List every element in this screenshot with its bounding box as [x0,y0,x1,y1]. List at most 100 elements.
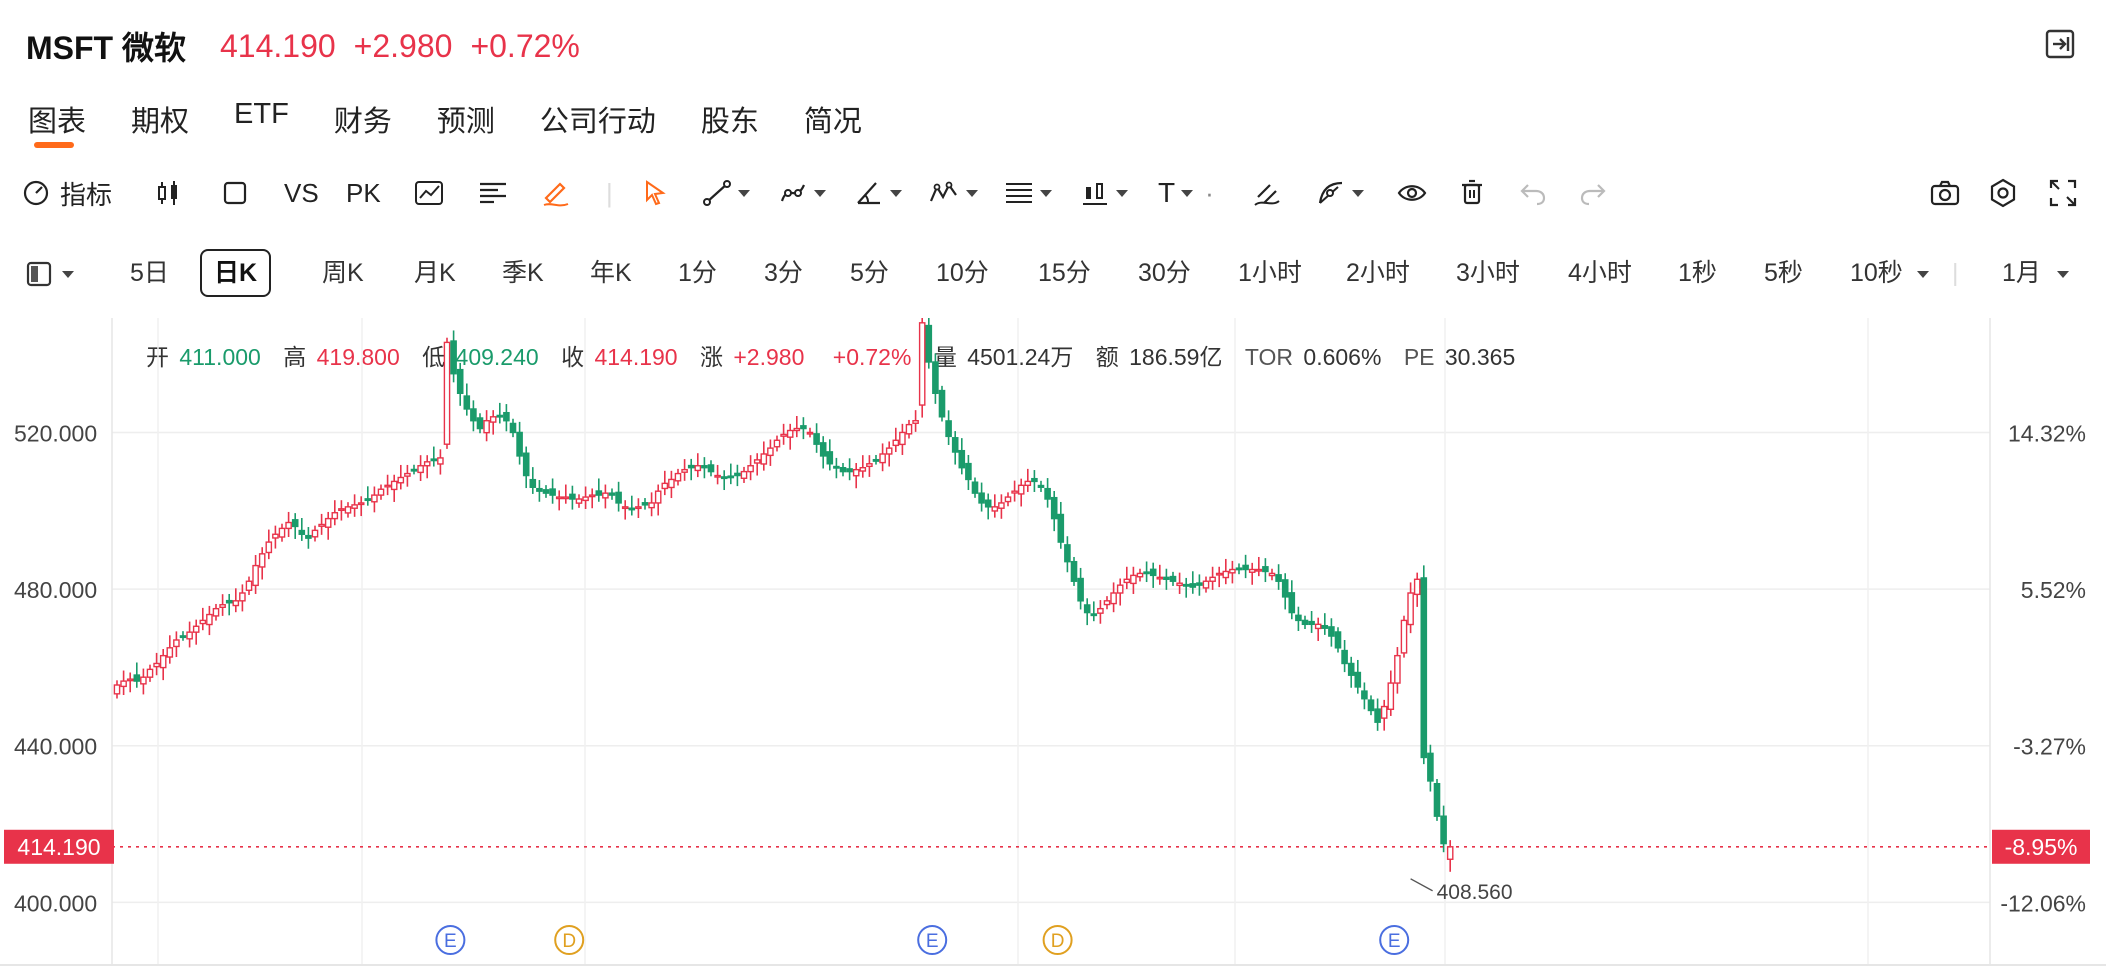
period-2[interactable]: 周K [322,248,364,298]
redo-icon[interactable] [1578,170,1608,216]
period-11[interactable]: 30分 [1138,248,1191,298]
square-icon[interactable] [222,170,248,216]
magnet-icon[interactable] [1252,170,1282,216]
line-chart-icon[interactable] [414,170,444,216]
candlestick-icon[interactable] [154,170,182,216]
candle-body [1262,566,1269,573]
draw-icon[interactable] [1316,170,1364,216]
candle-body [285,521,292,530]
range-selector[interactable]: 1月 [2002,248,2069,298]
undo-icon[interactable] [1518,170,1548,216]
period-13[interactable]: 2小时 [1346,248,1410,298]
candle-body [555,496,563,500]
candle-body [338,508,345,512]
candle-body [1097,607,1104,614]
candle-body [839,466,847,473]
curve-icon[interactable] [778,170,826,216]
candle-body [1011,490,1018,494]
candle-body [727,475,735,479]
y-tick-label: 480.000 [14,577,97,603]
fullscreen-icon[interactable] [2048,170,2078,216]
candle-body [819,442,827,457]
pk-button[interactable]: PK [346,170,381,216]
candle-body [344,506,352,514]
settings-icon[interactable] [1988,170,2018,216]
candle-body [767,447,774,457]
candle-body [252,564,259,587]
text-tool-label: T [1158,177,1176,208]
eye-icon[interactable] [1396,170,1428,216]
period-1[interactable]: 日K [200,249,272,297]
period-17[interactable]: 5秒 [1764,248,1803,298]
period-18[interactable]: 10秒 [1850,248,1929,298]
period-9[interactable]: 10分 [936,248,989,298]
candle-body [159,654,167,669]
candle-body [595,490,603,496]
wave-icon[interactable] [928,170,978,216]
candle-body [390,480,398,491]
candle-body [1420,577,1428,759]
candle-body [463,395,471,410]
candle-body [1090,613,1098,617]
period-10[interactable]: 15分 [1038,248,1091,298]
trash-icon[interactable] [1458,170,1486,216]
text-icon[interactable]: T · [1158,170,1214,216]
pattern-icon[interactable] [1080,170,1128,216]
candle-body [542,489,550,494]
toolbar-divider: | [606,177,613,208]
candle-body [1440,815,1447,845]
tab-7[interactable]: 简况 [804,98,862,140]
candle-body [800,425,807,430]
period-7[interactable]: 3分 [764,248,803,298]
candle-body [186,631,193,640]
candle-body [1314,623,1322,630]
candle-body [747,465,754,473]
candle-body [1288,592,1296,614]
candle-body [1176,582,1183,587]
period-5[interactable]: 年K [590,248,632,298]
camera-icon[interactable] [1930,170,1960,216]
candle-body [1156,576,1164,580]
vs-button[interactable]: VS [284,170,319,216]
candle-body [1123,578,1131,584]
tab-1[interactable]: 期权 [131,98,189,140]
indicator-button[interactable]: 指标 [22,170,112,216]
candle-body [846,468,853,473]
period-16[interactable]: 1秒 [1678,248,1717,298]
period-12[interactable]: 1小时 [1238,248,1302,298]
exit-icon[interactable] [2044,28,2076,60]
fib-icon[interactable] [1004,170,1052,216]
candle-body [1070,560,1078,582]
period-3[interactable]: 月K [414,248,456,298]
tab-2[interactable]: ETF [234,98,289,140]
candle-body [892,439,900,447]
tab-0[interactable]: 图表 [28,98,86,148]
candle-body [1407,592,1414,626]
candle-body [245,580,253,591]
candle-body [602,492,609,499]
candle-body [984,499,992,508]
period-6[interactable]: 1分 [678,248,717,298]
align-icon[interactable] [478,170,508,216]
period-14[interactable]: 3小时 [1456,248,1520,298]
tab-5[interactable]: 公司行动 [540,98,656,140]
angle-icon[interactable] [854,170,902,216]
pen-icon[interactable] [540,170,572,216]
candlestick-chart[interactable]: 560.000520.000480.000440.000400.00023.11… [0,318,2106,966]
period-4[interactable]: 季K [502,248,544,298]
candle-body [562,496,570,500]
tab-3[interactable]: 财务 [334,98,392,140]
candle-body [925,324,933,363]
candle-body [1308,620,1315,626]
candle-body [945,420,952,438]
candle-body [212,607,220,617]
trend-line-icon[interactable] [702,170,750,216]
tab-6[interactable]: 股东 [701,98,759,140]
gauge-icon [22,179,50,207]
period-0[interactable]: 5日 [130,248,169,298]
cursor-icon[interactable] [642,170,668,216]
period-15[interactable]: 4小时 [1568,248,1632,298]
tab-4[interactable]: 预测 [437,98,495,140]
layout-toggle[interactable] [26,248,74,298]
period-8[interactable]: 5分 [850,248,889,298]
